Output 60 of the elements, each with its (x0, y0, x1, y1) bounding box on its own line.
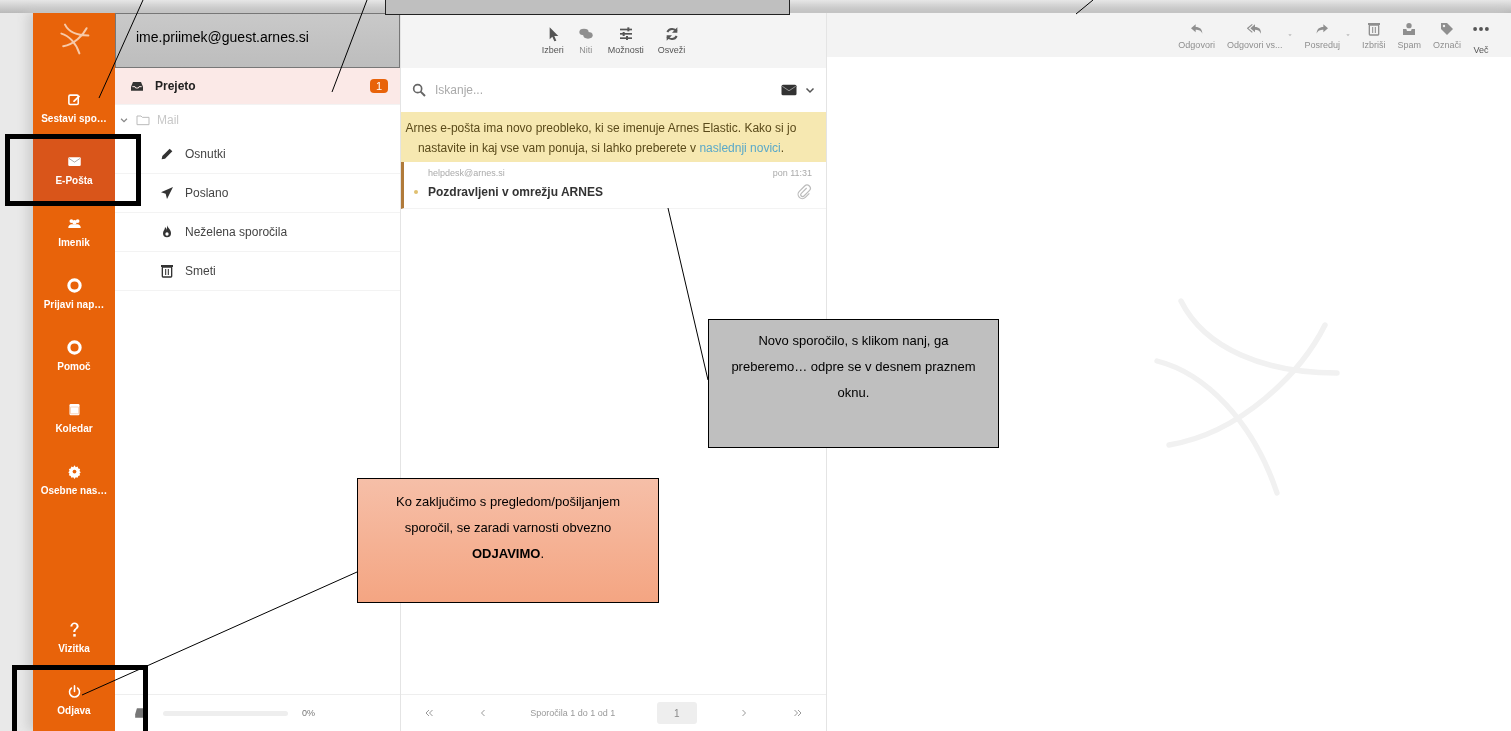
sidebar-item[interactable]: Pomoč (33, 325, 115, 387)
sliders-icon (617, 26, 634, 42)
trash-icon (1365, 20, 1382, 37)
search-field[interactable]: Iskanje... (433, 82, 774, 98)
folder-item[interactable]: Poslano (115, 174, 400, 213)
toolbar-button[interactable]: Več (1471, 13, 1491, 57)
folder-item[interactable]: Smeti (115, 252, 400, 291)
pencil-icon (159, 146, 175, 162)
folder-label: Prejeto (155, 79, 196, 93)
folder-label: Neželena sporočila (185, 225, 288, 239)
trash-icon (159, 263, 175, 279)
gear-icon (66, 464, 82, 479)
message-sender: helpdesk@arnes.si (428, 168, 505, 178)
sidebar-item[interactable]: Koledar (33, 387, 115, 449)
chat-icon (577, 26, 594, 42)
tag-icon (1439, 20, 1455, 37)
people-icon (66, 216, 82, 231)
notice-text: Arnes e-pošta ima novo preobleko, ki se imenuje Arnes Elastic. Kako si jo nastavite in kaj vse vam ponuja, si lahko preberete v naslednji novici. (404, 120, 798, 157)
folder-icon (135, 112, 151, 128)
refresh-icon (663, 26, 680, 42)
callout-note: Ko zaključimo s pregledom/pošiljanjem sporočil, se zaradi varnosti obvezno ODJAVIMO. (357, 478, 659, 603)
last-page-icon[interactable] (791, 707, 804, 719)
sidebar-item[interactable]: E-Pošta (33, 139, 115, 201)
message-time: pon 11:31 (772, 168, 812, 178)
quota-reading: 0% (302, 708, 315, 718)
leader-line (1075, 0, 1094, 15)
envelope-icon (66, 154, 82, 169)
folder-item[interactable]: Neželena sporočila (115, 213, 400, 252)
spam-icon (1401, 20, 1418, 37)
sidebar-item[interactable]: Odjava (33, 669, 115, 731)
sidebar-item[interactable]: Prijavi nap… (33, 263, 115, 325)
lifebuoy-icon (66, 340, 82, 355)
first-page-icon[interactable] (423, 707, 435, 719)
toolbar-button[interactable]: Izberi (539, 24, 566, 57)
unread-count: 1 (369, 79, 388, 93)
callout-note: Novo sporočilo, s klikom nanj, ga preberemo… odpre se v desnem praznem oknu. (708, 319, 999, 448)
folder-item[interactable]: Osnutki (115, 135, 400, 174)
sidebar-item[interactable]: Imenik (33, 201, 115, 263)
sidebar-item[interactable]: Osebne nas… (33, 449, 115, 511)
compose-icon (66, 92, 82, 107)
folder-label: Osnutki (185, 147, 226, 161)
folder-item[interactable]: Prejeto 1 (115, 68, 400, 105)
page-summary: Sporočila 1 do 1 od 1 (530, 708, 616, 718)
power-icon (66, 684, 82, 699)
page-number[interactable]: 1 (656, 702, 697, 724)
message-item[interactable]: helpdesk@arnes.si pon 11:31 Pozdravljeni v omrežju ARNES (401, 162, 826, 209)
folder-label: Poslano (185, 186, 229, 200)
sidebar-item[interactable]: Sestavi spo… (33, 77, 115, 139)
search-icon (411, 82, 427, 98)
sidebar-item[interactable]: Vizitka (33, 607, 115, 669)
paper-plane-icon (159, 185, 175, 201)
unread-dot (414, 190, 418, 194)
toolbar-button[interactable]: Osveži (655, 24, 688, 57)
message-subject: Pozdravljeni v omrežju ARNES (428, 185, 603, 199)
news-link[interactable]: naslednji novici (699, 141, 781, 155)
folder-label: Smeti (185, 264, 216, 278)
lifebuoy-icon (66, 278, 82, 293)
toolbar-button[interactable]: Možnosti (605, 24, 646, 57)
account-label: ime.priimek@guest.arnes.si (115, 13, 400, 68)
chevron-icon[interactable] (119, 115, 129, 125)
